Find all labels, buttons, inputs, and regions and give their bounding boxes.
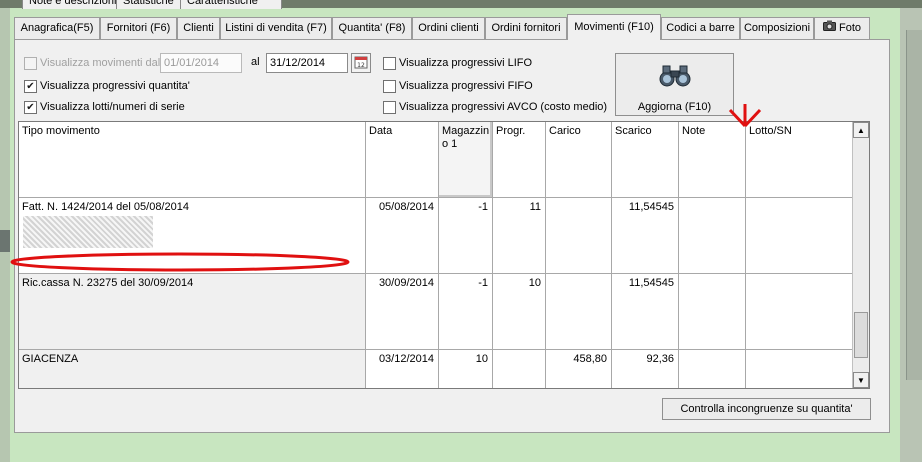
tab-movimenti[interactable]: Movimenti (F10) bbox=[567, 14, 661, 40]
red-arrow-annotation bbox=[728, 104, 762, 128]
red-ellipse-annotation bbox=[10, 252, 350, 272]
red-annotation-overlay bbox=[10, 104, 762, 272]
